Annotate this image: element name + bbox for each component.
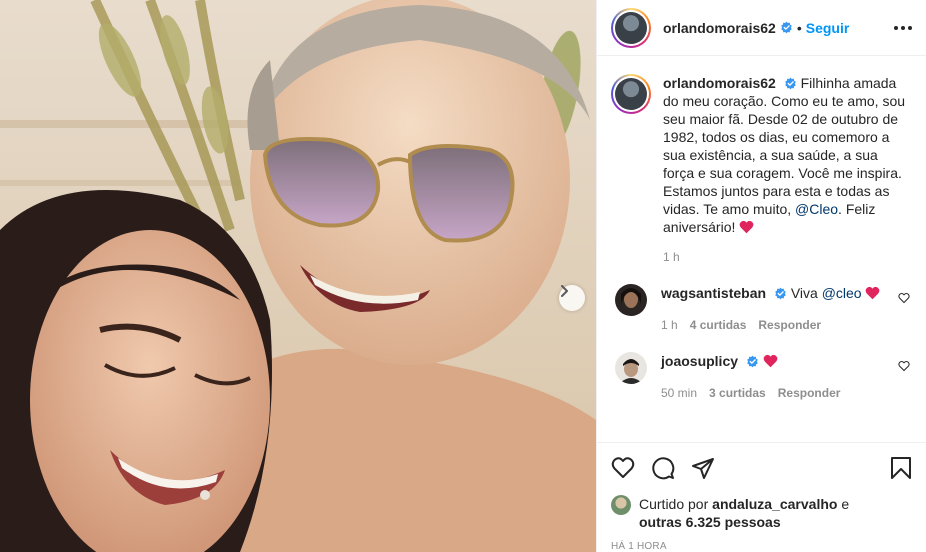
bookmark-icon[interactable] <box>890 456 912 480</box>
more-options-icon[interactable] <box>894 25 912 30</box>
comment-username[interactable]: wagsantisteban <box>661 285 766 301</box>
like-comment-heart-icon[interactable] <box>898 292 910 304</box>
verified-badge-icon <box>785 77 796 90</box>
verified-badge-icon <box>747 355 758 368</box>
post-modal: orlandomorais62 • Seguir orlandomorais62 <box>0 0 926 552</box>
heart-icon[interactable] <box>611 456 635 480</box>
separator-dot: • <box>796 19 802 36</box>
like-comment-heart-icon[interactable] <box>898 360 910 372</box>
author-avatar[interactable] <box>611 7 651 48</box>
post-timestamp[interactable]: HÁ 1 HORA <box>597 533 926 552</box>
comment-item: wagsantisteban Viva @cleo 1 h 4 curtidas… <box>611 284 912 334</box>
comment-likes[interactable]: 3 curtidas <box>709 384 766 402</box>
comment-likes[interactable]: 4 curtidas <box>690 316 747 334</box>
author-info: orlandomorais62 • Seguir <box>663 20 849 36</box>
comment-meta: 50 min 3 curtidas Responder <box>661 384 840 402</box>
action-icons-row <box>597 443 926 493</box>
photo-illustration <box>0 0 596 552</box>
comment-time[interactable]: 1 h <box>661 316 678 334</box>
post-photo <box>0 0 596 552</box>
post-header: orlandomorais62 • Seguir <box>597 0 926 56</box>
comment-body: joaosuplicy 50 min 3 curtidas Responder <box>661 352 840 402</box>
post-actions: Curtido por andaluza_carvalho e outras 6… <box>597 442 926 552</box>
likes-prefix: Curtido por <box>639 496 709 512</box>
likes-text: Curtido por andaluza_carvalho e outras 6… <box>639 495 849 531</box>
caption-text: Filhinha amada do meu coração. Como eu t… <box>663 75 906 217</box>
next-photo-button[interactable] <box>559 285 585 311</box>
reply-button[interactable]: Responder <box>778 384 841 402</box>
caption-meta: 1 h <box>663 248 912 266</box>
red-heart-emoji-icon <box>866 286 880 300</box>
comments-section: orlandomorais62 Filhinha amada do meu co… <box>597 56 926 442</box>
red-heart-emoji-icon <box>763 354 778 368</box>
comment-item: joaosuplicy 50 min 3 curtidas Responder <box>611 352 912 402</box>
likes-others[interactable]: outras 6.325 pessoas <box>639 514 781 530</box>
comment-icon[interactable] <box>651 456 675 480</box>
caption: orlandomorais62 Filhinha amada do meu co… <box>611 74 912 266</box>
caption-author-avatar[interactable] <box>611 74 651 114</box>
post-side-panel: orlandomorais62 • Seguir orlandomorais62 <box>596 0 926 552</box>
commenter-avatar[interactable] <box>615 352 647 384</box>
share-icon[interactable] <box>691 456 715 480</box>
verified-badge-icon <box>781 21 792 34</box>
commenter-avatar[interactable] <box>615 284 647 316</box>
comment-meta: 1 h 4 curtidas Responder <box>661 316 880 334</box>
comment-username[interactable]: joaosuplicy <box>661 353 738 369</box>
liker-avatar[interactable] <box>611 495 631 515</box>
likes-and: e <box>841 496 850 512</box>
verified-badge-icon <box>775 287 786 300</box>
caption-time[interactable]: 1 h <box>663 248 680 266</box>
caption-mention[interactable]: @Cleo <box>795 201 838 217</box>
author-username[interactable]: orlandomorais62 <box>663 20 776 36</box>
reply-button[interactable]: Responder <box>758 316 821 334</box>
comment-time[interactable]: 50 min <box>661 384 697 402</box>
comment-text: Viva <box>790 285 818 301</box>
chevron-right-icon <box>561 285 568 297</box>
likes-summary: Curtido por andaluza_carvalho e outras 6… <box>597 493 926 533</box>
comment-body: wagsantisteban Viva @cleo 1 h 4 curtidas… <box>661 284 880 334</box>
caption-username[interactable]: orlandomorais62 <box>663 75 776 91</box>
red-heart-emoji-icon <box>739 220 754 234</box>
liker-username[interactable]: andaluza_carvalho <box>712 496 837 512</box>
comment-mention[interactable]: @cleo <box>822 285 862 301</box>
follow-button[interactable]: Seguir <box>806 20 850 36</box>
caption-body: orlandomorais62 Filhinha amada do meu co… <box>663 74 912 266</box>
